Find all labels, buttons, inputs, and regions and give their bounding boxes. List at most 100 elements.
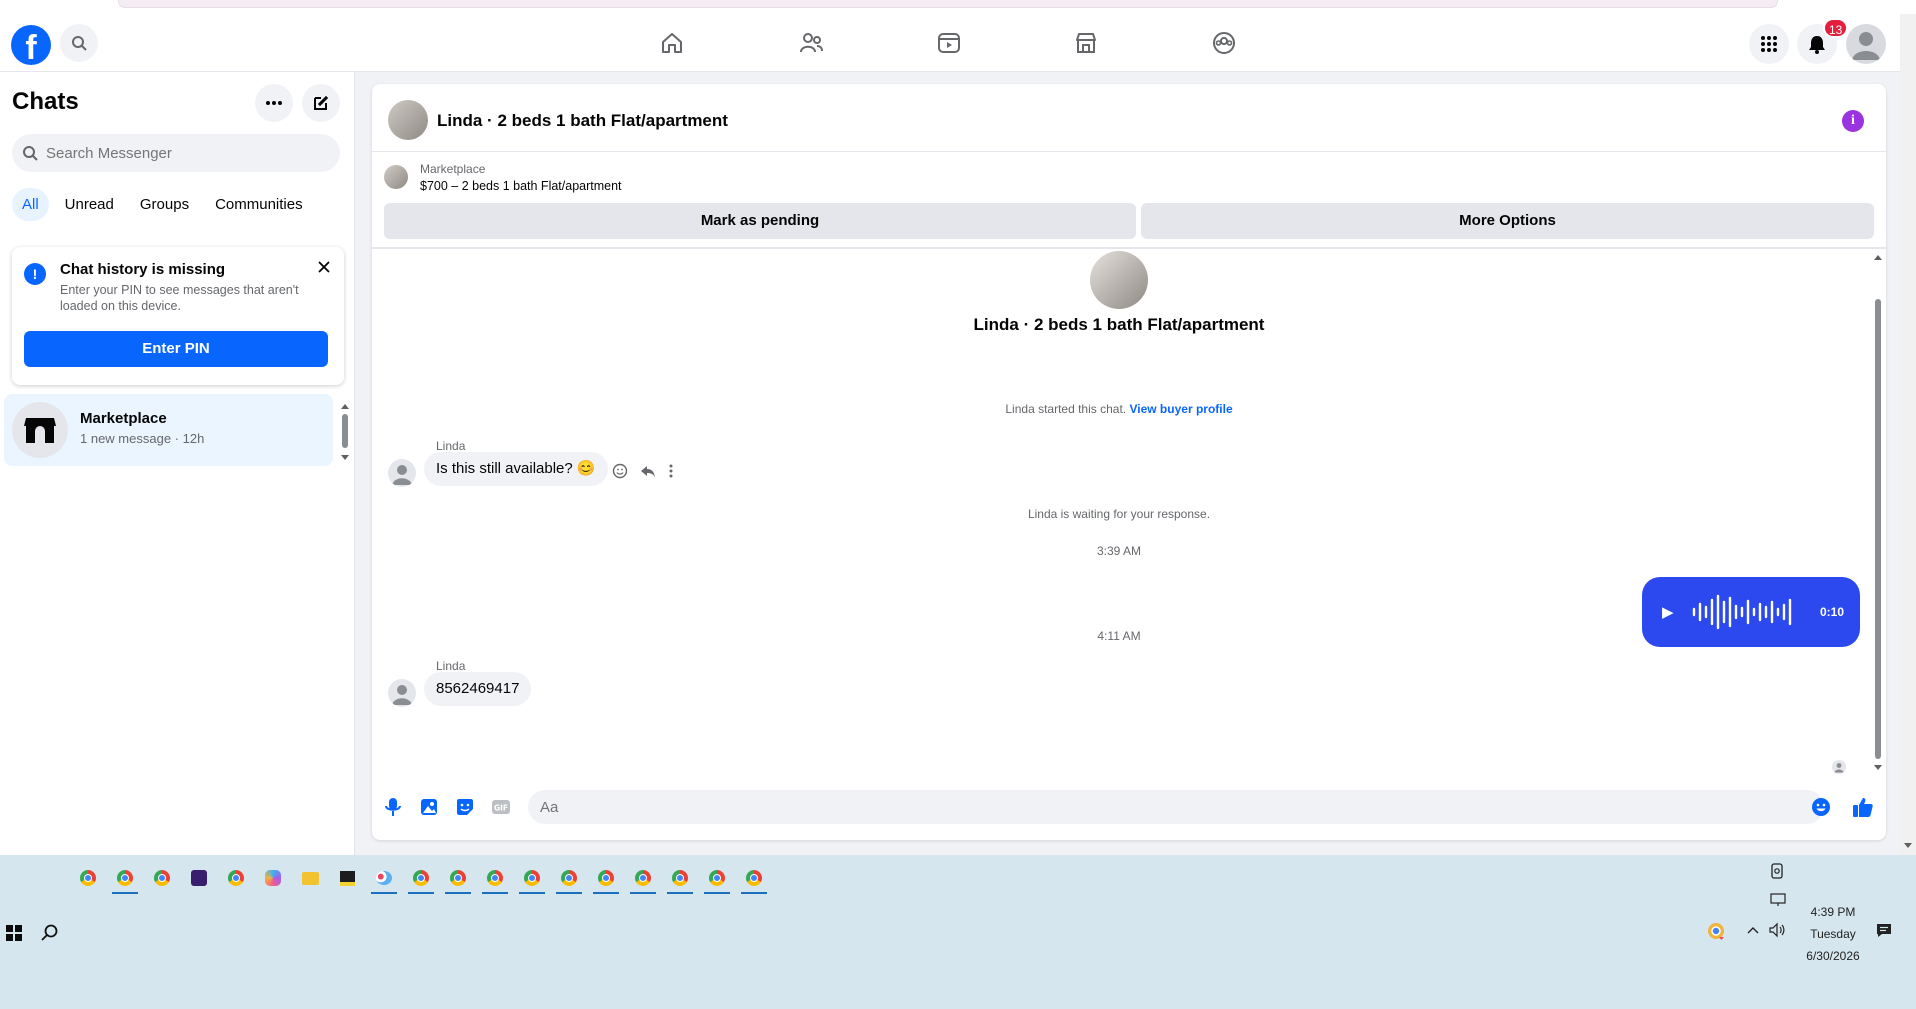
default-avatar-icon [1852,32,1880,60]
info-button[interactable]: i [1842,110,1864,132]
message-list: Linda · 2 beds 1 bath Flat/apartment Lin… [372,251,1886,776]
gif-button[interactable]: GIF [488,794,514,820]
taskbar-chrome[interactable] [704,865,730,894]
marketplace-nav-button[interactable] [1072,29,1100,57]
taskbar-chrome[interactable] [593,865,619,894]
start-button[interactable] [6,925,22,941]
message-input[interactable] [528,790,1824,824]
chats-sidebar: Chats All Unread Groups Communities ! Ch… [0,72,355,855]
more-vertical-icon[interactable] [668,463,674,479]
taskbar-clock[interactable]: 4:39 PM Tuesday 6/30/2026 [1790,901,1876,967]
conversation-marketplace[interactable]: Marketplace 1 new message · 12h [4,394,333,466]
taskbar-search-icon[interactable] [40,923,60,943]
sender-avatar[interactable] [388,459,416,487]
taskbar-chrome[interactable] [112,865,138,894]
thumbs-up-icon [1853,798,1873,817]
more-options-button[interactable]: More Options [1141,203,1874,239]
volume-icon[interactable] [1768,922,1786,938]
network-icon[interactable] [1770,893,1786,907]
taskbar-app[interactable] [334,865,360,891]
chrome-icon [598,870,614,886]
taskbar-chrome[interactable] [223,865,249,891]
taskbar-chrome[interactable] [667,865,693,894]
sticker-button[interactable] [452,794,478,820]
chat-header-title[interactable]: Linda · 2 beds 1 bath Flat/apartment [437,111,728,131]
svg-text:GIF: GIF [494,804,508,813]
tab-all[interactable]: All [12,188,49,221]
message-composer: GIF [372,776,1886,840]
taskbar-chrome[interactable] [482,865,508,894]
home-nav-button[interactable] [658,29,686,57]
chat-scrollbar[interactable] [1872,251,1884,776]
listing-price-title[interactable]: $700 – 2 beds 1 bath Flat/apartment [420,179,622,193]
mark-as-pending-button[interactable]: Mark as pending [384,203,1136,239]
default-avatar-icon [392,685,412,705]
message-actions [612,463,674,479]
profile-avatar[interactable] [1846,24,1886,64]
chat-scroll-thumb[interactable] [1875,299,1881,759]
emoji-button[interactable] [1808,794,1834,820]
reply-icon[interactable] [640,463,656,479]
taskbar-chrome[interactable] [408,865,434,894]
scroll-up-arrow-icon [341,404,349,409]
listing-thumbnail[interactable] [384,165,408,189]
menu-button[interactable] [1749,24,1789,64]
taskbar-chrome[interactable] [519,865,545,894]
friends-nav-button[interactable] [797,29,825,57]
incoming-message[interactable]: Is this still available? 😊 [424,452,608,486]
notification-center-icon[interactable] [1876,922,1892,938]
facebook-logo[interactable]: f [11,25,51,65]
search-input[interactable] [46,144,326,162]
taskbar-file-explorer[interactable] [297,865,323,891]
incoming-message[interactable]: 8562469417 [424,672,532,706]
taskbar-chrome[interactable] [630,865,656,894]
page-scrollbar[interactable] [1900,14,1916,855]
waiting-text: Linda is waiting for your response. [1027,507,1211,521]
clock-day: Tuesday [1810,927,1856,941]
close-notice-button[interactable] [314,257,334,277]
sidebar-scrollbar[interactable] [340,402,350,462]
tab-groups[interactable]: Groups [130,188,199,221]
listing-image-avatar [1090,251,1148,309]
meet-now-icon[interactable] [1770,863,1784,879]
scroll-down-arrow-icon [1904,843,1912,848]
emoji-icon [1812,798,1830,816]
browser-address-area[interactable] [118,0,1778,8]
taskbar-copilot[interactable] [260,865,286,891]
marketplace-avatar [12,402,68,458]
enter-pin-button[interactable]: Enter PIN [24,331,328,367]
taskbar-chrome[interactable] [75,865,101,891]
home-icon [662,33,682,53]
taskbar-chrome[interactable] [741,865,767,894]
taskbar-paint[interactable] [371,865,397,894]
like-button[interactable] [1850,794,1876,820]
taskbar-chrome[interactable] [445,865,471,894]
tab-communities[interactable]: Communities [205,188,313,221]
facebook-top-bar: f 13 [0,14,1900,72]
sticker-icon [457,799,473,815]
play-icon[interactable]: ▶ [1662,603,1674,621]
marketplace-listing-bar: Marketplace $700 – 2 beds 1 bath Flat/ap… [372,153,1886,249]
sender-avatar[interactable] [388,679,416,707]
taskbar-chrome[interactable] [556,865,582,894]
chevron-up-icon[interactable] [1747,925,1759,935]
view-buyer-profile-link[interactable]: View buyer profile [1129,402,1232,416]
react-emoji-icon[interactable] [612,463,628,479]
chat-header-avatar[interactable] [388,100,428,140]
chat-options-button[interactable] [255,84,293,122]
taskbar-app[interactable] [186,865,212,891]
taskbar-chrome[interactable] [149,865,175,891]
attach-media-button[interactable] [416,794,442,820]
chrome-icon [450,870,466,886]
search-button[interactable] [60,24,98,62]
conversation-name: Marketplace [80,410,167,427]
tab-unread[interactable]: Unread [55,188,124,221]
groups-nav-button[interactable] [1210,29,1238,57]
voice-clip-button[interactable] [380,794,406,820]
sidebar-scroll-thumb[interactable] [342,414,348,448]
timestamp-divider: 4:11 AM [1097,629,1141,643]
new-message-button[interactable] [302,84,340,122]
chrome-update-icon[interactable] [1706,921,1726,941]
video-nav-button[interactable] [935,29,963,57]
messenger-search[interactable] [12,134,340,172]
